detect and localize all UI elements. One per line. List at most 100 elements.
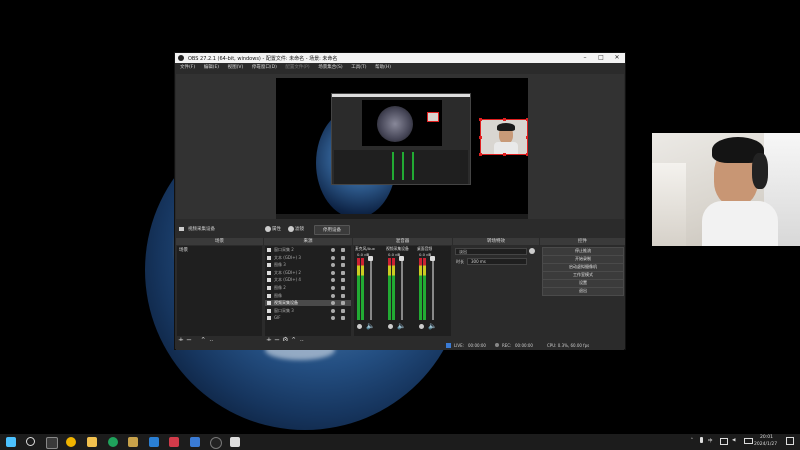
transitions-dock-title: 转场特效 bbox=[453, 238, 539, 245]
transitions-dock: 转场特效 淡出 时长 300 ms bbox=[453, 238, 539, 345]
visibility-eye-icon[interactable] bbox=[331, 316, 335, 321]
volume-slider[interactable] bbox=[432, 258, 434, 320]
lock-icon[interactable] bbox=[341, 255, 345, 260]
window-titlebar[interactable]: OBS 27.2.1 (64-bit, windows) - 配置文件: 未命名… bbox=[175, 53, 625, 63]
chevron-up-icon[interactable]: ⌃ bbox=[690, 438, 694, 443]
volume-slider[interactable] bbox=[370, 258, 372, 320]
visibility-eye-icon[interactable] bbox=[331, 248, 335, 252]
task-view-icon[interactable] bbox=[46, 437, 58, 449]
source-item[interactable]: 图像 bbox=[265, 293, 351, 299]
lock-icon[interactable] bbox=[341, 270, 345, 275]
source-item[interactable]: 文本 (GDI+) 3 bbox=[265, 255, 351, 261]
visibility-eye-icon[interactable] bbox=[331, 286, 335, 290]
duration-label: 时长 bbox=[456, 259, 464, 264]
source-item-label: 图像 2 bbox=[274, 285, 286, 290]
exit-button[interactable]: 退出 bbox=[542, 287, 624, 296]
app-icon-2[interactable] bbox=[149, 437, 159, 447]
source-item-label: 窗口采集 2 bbox=[274, 247, 294, 252]
speaker-icon[interactable]: 🔈 bbox=[397, 322, 406, 330]
lock-icon[interactable] bbox=[341, 316, 345, 321]
lock-icon[interactable] bbox=[341, 286, 345, 290]
start-icon[interactable] bbox=[6, 437, 16, 447]
preview-canvas[interactable] bbox=[276, 78, 528, 219]
source-item[interactable]: 图像 2 bbox=[265, 285, 351, 291]
volume-slider[interactable] bbox=[401, 258, 403, 320]
duration-input[interactable]: 300 ms bbox=[467, 258, 527, 265]
transition-select[interactable]: 淡出 bbox=[455, 248, 527, 255]
lock-icon[interactable] bbox=[341, 301, 345, 306]
menu-docks[interactable]: 停靠窗口(D) bbox=[252, 63, 277, 73]
volume-slider-knob[interactable] bbox=[399, 256, 404, 261]
source-item[interactable]: 图像 3 bbox=[265, 262, 351, 268]
preview-area[interactable] bbox=[176, 74, 624, 219]
source-item[interactable]: GIF bbox=[265, 315, 351, 321]
app-icon-1[interactable] bbox=[128, 437, 138, 447]
ime-indicator[interactable]: 中 bbox=[708, 438, 713, 444]
lock-icon[interactable] bbox=[341, 308, 345, 313]
source-item[interactable]: 文本 (GDI+) 4 bbox=[265, 277, 351, 283]
gear-icon[interactable] bbox=[265, 226, 271, 232]
clock-time[interactable]: 20:01 bbox=[760, 435, 773, 440]
lock-icon[interactable] bbox=[341, 293, 345, 298]
gear-icon[interactable] bbox=[388, 324, 393, 329]
search-icon[interactable] bbox=[26, 437, 35, 446]
clock-date[interactable]: 2024/1/27 bbox=[754, 442, 777, 447]
gear-icon[interactable] bbox=[419, 324, 424, 329]
network-icon[interactable] bbox=[720, 438, 728, 445]
maximize-button[interactable]: □ bbox=[593, 53, 609, 63]
speaker-icon[interactable]: 🔈 bbox=[366, 322, 375, 330]
windows-taskbar: ⌃ 中 ◀ 20:01 2024/1/27 bbox=[0, 434, 800, 450]
lock-icon[interactable] bbox=[341, 263, 345, 268]
menu-help[interactable]: 帮助(H) bbox=[375, 63, 391, 73]
menu-tools[interactable]: 工具(T) bbox=[351, 63, 366, 73]
minimize-button[interactable]: – bbox=[577, 53, 593, 63]
filters-button[interactable]: 滤镜 bbox=[295, 226, 304, 232]
menu-profile[interactable]: 配置文件(P) bbox=[285, 63, 309, 73]
volume-slider-knob[interactable] bbox=[368, 256, 373, 261]
live-time: 00:00:00 bbox=[468, 343, 486, 348]
menu-scene-collection[interactable]: 场景集合(S) bbox=[318, 63, 342, 73]
file-explorer-icon[interactable] bbox=[87, 437, 97, 447]
menu-edit[interactable]: 编辑(E) bbox=[204, 63, 219, 73]
close-button[interactable]: ✕ bbox=[609, 53, 625, 63]
person-shirt bbox=[702, 201, 778, 246]
visibility-eye-icon[interactable] bbox=[331, 263, 335, 268]
lock-icon[interactable] bbox=[341, 278, 345, 283]
scenes-list[interactable]: 场景 bbox=[177, 246, 262, 336]
source-item[interactable]: 窗口采集 3 bbox=[265, 308, 351, 314]
visibility-eye-icon[interactable] bbox=[331, 301, 335, 306]
lock-icon[interactable] bbox=[341, 248, 345, 252]
visibility-eye-icon[interactable] bbox=[331, 255, 335, 260]
selected-webcam-source[interactable] bbox=[479, 118, 528, 156]
deactivate-button[interactable]: 停用设备 bbox=[314, 225, 350, 235]
app-icon-3[interactable] bbox=[169, 437, 179, 447]
sources-list[interactable]: 窗口采集 2 文本 (GDI+) 3 图像 3 文本 (GDI+) 2 文本 (GDI+… bbox=[265, 246, 351, 336]
scene-item[interactable]: 场景 bbox=[179, 247, 188, 253]
volume-icon[interactable]: ◀ bbox=[732, 438, 735, 443]
speaker-icon[interactable]: 🔈 bbox=[428, 322, 437, 330]
visibility-eye-icon[interactable] bbox=[331, 270, 335, 275]
app-icon-5[interactable] bbox=[230, 437, 240, 447]
volume-slider-knob[interactable] bbox=[430, 256, 435, 261]
source-item[interactable]: 窗口采集 2 bbox=[265, 247, 351, 253]
qq-icon[interactable] bbox=[66, 437, 76, 447]
mic-icon[interactable] bbox=[700, 437, 703, 443]
visibility-eye-icon[interactable] bbox=[331, 308, 335, 313]
obs-taskbar-icon[interactable] bbox=[210, 437, 222, 449]
transition-settings-icon[interactable] bbox=[529, 248, 535, 254]
app-icon-4[interactable] bbox=[190, 437, 200, 447]
volume-meter bbox=[392, 258, 395, 320]
edge-icon[interactable] bbox=[108, 437, 118, 447]
menu-file[interactable]: 文件(F) bbox=[180, 63, 195, 73]
source-item[interactable]: 视频采集设备 bbox=[265, 300, 351, 307]
visibility-eye-icon[interactable] bbox=[331, 293, 335, 298]
source-item[interactable]: 文本 (GDI+) 2 bbox=[265, 270, 351, 276]
battery-icon[interactable] bbox=[744, 438, 753, 444]
notification-icon[interactable] bbox=[786, 437, 794, 445]
menu-view[interactable]: 视图(V) bbox=[228, 63, 244, 73]
visibility-eye-icon[interactable] bbox=[331, 278, 335, 283]
gear-icon[interactable] bbox=[357, 324, 362, 329]
properties-button[interactable]: 属性 bbox=[272, 226, 281, 232]
mixer-dock-title: 混音器 bbox=[353, 238, 452, 245]
filter-icon[interactable] bbox=[288, 226, 294, 232]
